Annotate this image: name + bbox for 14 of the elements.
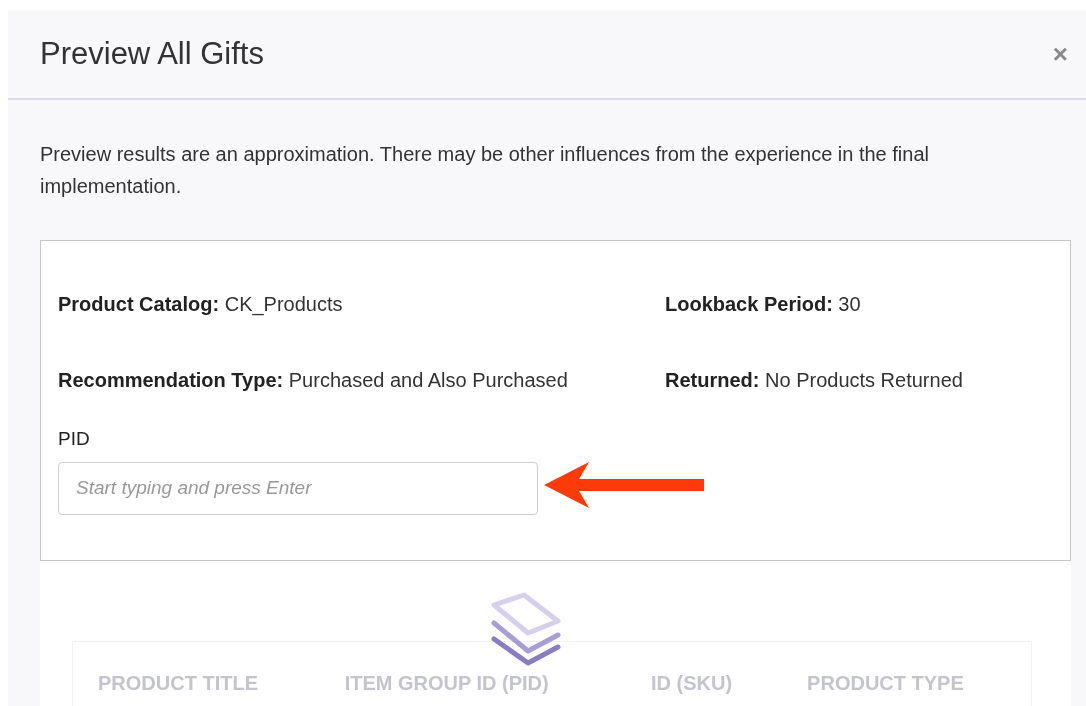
detail-text: Lookback Period: 30 [665, 292, 862, 317]
field-label: PID [58, 427, 91, 451]
column-header: PRODUCT TITLE [98, 671, 259, 696]
column-header: ITEM GROUP ID (PID) [344, 671, 550, 696]
close-button[interactable]: × [1052, 41, 1068, 67]
dialog-title: Preview All Gifts [40, 34, 264, 73]
pid-input-field[interactable]: Start typing and press Enter [58, 461, 538, 515]
note-text: Preview results are an approximation. There may be other influences from the experience in the final implementation. [40, 142, 930, 199]
arrow-icon [544, 459, 704, 510]
detail-text: Recommendation Type: Purchased and Also Purchased [58, 368, 569, 393]
detail-text: Returned: No Products Returned [665, 368, 964, 393]
detail-text: Product Catalog: CK_Products [58, 292, 344, 318]
column-header: PRODUCT TYPE [807, 671, 965, 696]
column-header: ID (SKU) [650, 671, 734, 696]
